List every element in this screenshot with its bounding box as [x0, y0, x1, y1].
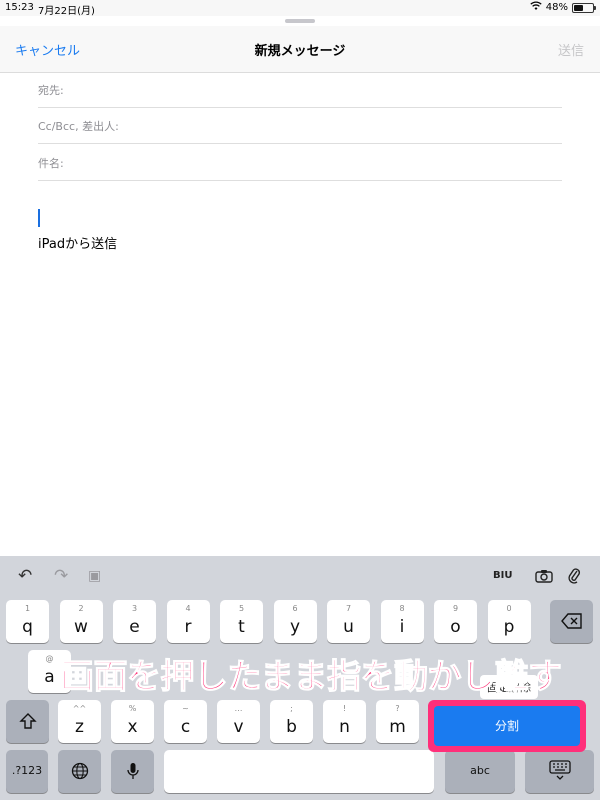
split-button[interactable]: 分割 [434, 706, 580, 746]
camera-icon[interactable] [535, 568, 553, 587]
compose-header: キャンセル 新規メッセージ 送信 [0, 19, 600, 73]
shift-icon [6, 712, 49, 734]
cc-bcc-label: Cc/Bcc, 差出人: [38, 120, 119, 133]
text-cursor [38, 209, 40, 227]
globe-key[interactable] [58, 750, 101, 793]
key-v[interactable]: … v [217, 700, 260, 743]
hint-key[interactable]: 固定解除 [480, 675, 538, 699]
cc-bcc-field[interactable]: Cc/Bcc, 差出人: [38, 108, 562, 144]
space-key[interactable] [164, 750, 434, 793]
wifi-icon [530, 1, 542, 14]
key-n[interactable]: ! n [323, 700, 366, 743]
subject-field[interactable]: 件名: [38, 145, 562, 181]
globe-icon [58, 762, 101, 784]
attach-icon[interactable] [567, 566, 581, 588]
status-date: 7月22日(月) [38, 6, 95, 17]
status-time: 15:23 [5, 2, 34, 13]
abc-key[interactable]: abc [445, 750, 515, 793]
microphone-icon [111, 762, 154, 784]
backspace-key[interactable] [550, 600, 593, 643]
key-z[interactable]: ^^ z [58, 700, 101, 743]
shift-key[interactable] [6, 700, 49, 743]
to-field[interactable]: 宛先: [38, 72, 562, 108]
key-m[interactable]: ? m [376, 700, 419, 743]
key-a[interactable]: @ a [28, 650, 71, 693]
clipboard-icon[interactable]: ▣ [88, 568, 101, 584]
status-right: 48% [530, 1, 596, 14]
page-title: 新規メッセージ [254, 44, 346, 59]
key-i[interactable]: 8i [380, 600, 424, 643]
send-button[interactable]: 送信 [558, 40, 584, 59]
format-icon[interactable]: BIU [493, 570, 512, 581]
key-q[interactable]: 1q [6, 600, 49, 643]
key-b[interactable]: ; b [270, 700, 313, 743]
key-o[interactable]: 9o [434, 600, 477, 643]
keyboard-hide-icon [525, 760, 594, 786]
battery-percent: 48% [545, 2, 568, 13]
key-c[interactable]: ~ c [164, 700, 207, 743]
numbers-key[interactable]: .?123 [6, 750, 48, 793]
key-y[interactable]: 6y [273, 600, 317, 643]
split-highlight: 分割 [428, 700, 586, 752]
sheet-grabber[interactable] [285, 19, 315, 23]
redo-icon[interactable]: ↷ [54, 566, 68, 586]
to-label: 宛先: [38, 84, 64, 97]
key-e[interactable]: 3e [113, 600, 156, 643]
message-body[interactable]: iPadから送信 [38, 233, 117, 252]
status-bar: 15:23 7月22日(月) 48% [0, 0, 600, 17]
key-x[interactable]: % x [111, 700, 154, 743]
key-u[interactable]: 7u [327, 600, 370, 643]
battery-icon [572, 2, 596, 13]
delete-icon [550, 613, 593, 633]
key-w[interactable]: 2w [59, 600, 103, 643]
mic-key[interactable] [111, 750, 154, 793]
keyboard-toolbar: ↶ ↷ ▣ BIU [0, 556, 600, 596]
key-r[interactable]: 4r [166, 600, 210, 643]
undo-icon[interactable]: ↶ [18, 566, 32, 586]
subject-label: 件名: [38, 157, 64, 170]
dismiss-keyboard-key[interactable] [525, 750, 594, 793]
key-t[interactable]: 5t [220, 600, 263, 643]
key-p[interactable]: 0p [487, 600, 531, 643]
